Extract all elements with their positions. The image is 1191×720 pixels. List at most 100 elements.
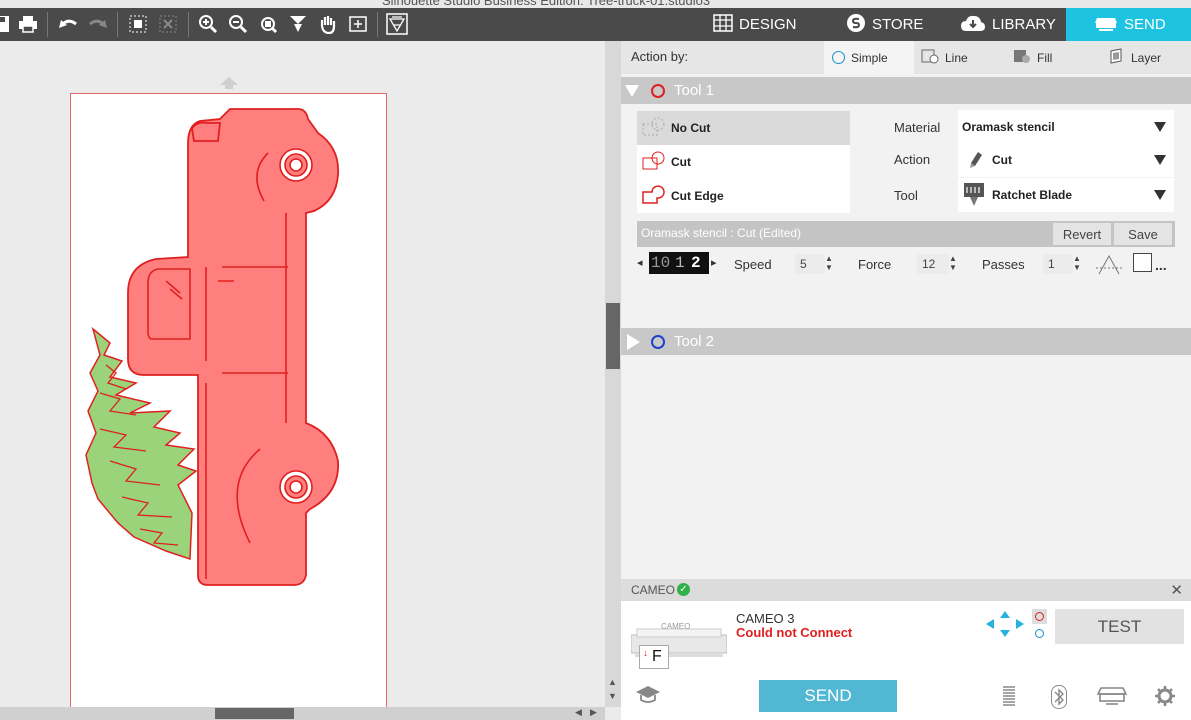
action-by-simple[interactable]: Simple — [824, 41, 914, 74]
scroll-down-icon[interactable]: ▼ — [608, 691, 617, 701]
material-label: Material — [894, 120, 941, 135]
mat-outline-icon[interactable] — [1133, 253, 1152, 272]
action-by-layer[interactable]: Layer — [1105, 41, 1191, 74]
force-input[interactable]: 12 — [917, 254, 949, 274]
top-toolbar: DESIGN STORE LIBRARY SEND — [0, 8, 1191, 41]
wheel-rear — [279, 470, 313, 504]
mat-load-indicator: ↓ F — [639, 645, 669, 669]
tab-design[interactable]: DESIGN — [693, 8, 819, 41]
tab-library[interactable]: LIBRARY — [940, 8, 1066, 41]
horizontal-scrollbar[interactable]: ◀ ▶ — [0, 707, 605, 720]
save-icon[interactable] — [0, 11, 14, 37]
blade-left-arrow-icon[interactable]: ◂ — [637, 256, 643, 269]
material-select[interactable]: Oramask stencil — [958, 110, 1174, 144]
chevron-down-icon — [1154, 122, 1166, 132]
print-icon[interactable] — [15, 11, 41, 37]
cut-edge-icon — [641, 184, 667, 209]
device-status: Could not Connect — [736, 625, 853, 640]
tool2-title: Tool 2 — [674, 333, 715, 350]
speed-input[interactable]: 5 — [795, 254, 825, 274]
action-select[interactable]: Cut — [958, 143, 1174, 177]
group-icon[interactable] — [125, 11, 151, 37]
zoom-out-icon[interactable] — [225, 11, 251, 37]
tool-select[interactable]: Ratchet Blade — [958, 178, 1174, 212]
action-label: Action — [894, 152, 931, 167]
force-stepper-icon[interactable]: ▲ ▼ — [949, 254, 957, 272]
scroll-left-icon[interactable]: ◀ — [575, 707, 582, 718]
scroll-right-icon[interactable]: ▶ — [590, 707, 597, 718]
media-icon[interactable] — [1001, 685, 1017, 713]
tool1-select-icon[interactable] — [1032, 609, 1047, 624]
fill-icon — [1013, 47, 1031, 68]
scroll-up-icon[interactable]: ▲ — [608, 677, 617, 687]
preset-bar: Oramask stencil : Cut (Edited) Revert Sa… — [637, 221, 1175, 247]
tool2-header[interactable]: Tool 2 — [621, 328, 1191, 355]
device-model: CAMEO 3 — [736, 611, 795, 626]
vertical-scroll-thumb[interactable] — [606, 303, 620, 369]
move-down-icon[interactable] — [285, 11, 311, 37]
tab-store[interactable]: STORE — [826, 8, 936, 41]
passes-label: Passes — [982, 257, 1025, 272]
blade-right-arrow-icon[interactable]: ▸ — [711, 256, 717, 269]
undo-icon[interactable] — [55, 11, 81, 37]
learn-icon[interactable] — [635, 685, 661, 711]
pan-hand-icon[interactable] — [315, 11, 341, 37]
speed-label: Speed — [734, 257, 772, 272]
passes-stepper-icon[interactable]: ▲ ▼ — [1073, 254, 1081, 272]
add-page-icon[interactable] — [345, 11, 371, 37]
blade-depth-control[interactable]: 10 1 2 — [649, 252, 709, 274]
save-preset-button[interactable]: Save — [1114, 223, 1172, 245]
device-thumbnail[interactable]: CAMEO ↓ F — [631, 613, 727, 669]
cut-option-cut[interactable]: Cut — [637, 145, 850, 179]
tool-label: Tool — [894, 188, 918, 203]
settings-gear-icon[interactable] — [1154, 685, 1176, 713]
passes-input[interactable]: 1 — [1043, 254, 1073, 274]
cutter-device-icon[interactable] — [1096, 685, 1128, 711]
window-title: Silhouette Studio Business Edition: Tree… — [382, 0, 711, 8]
ratchet-blade-icon — [962, 181, 986, 210]
title-bar: Silhouette Studio Business Edition: Tree… — [0, 0, 1191, 8]
test-button[interactable]: TEST — [1055, 609, 1184, 644]
tree-truck-artwork[interactable] — [70, 93, 387, 713]
close-icon[interactable]: ✕ — [1170, 581, 1183, 599]
mat-feed-arrow-icon — [220, 76, 238, 94]
zoom-fit-icon[interactable] — [255, 11, 281, 37]
load-arrow-icon: ↓ — [643, 648, 648, 659]
send-button[interactable]: SEND — [759, 680, 897, 712]
action-by-line[interactable]: Line — [917, 41, 1007, 74]
design-canvas[interactable] — [0, 41, 605, 713]
grid-icon — [713, 13, 733, 36]
tool1-title: Tool 1 — [674, 82, 715, 99]
speed-stepper-icon[interactable]: ▲ ▼ — [825, 254, 833, 272]
bluetooth-icon[interactable] — [1051, 685, 1067, 715]
store-icon — [846, 13, 866, 37]
horizontal-scroll-thumb[interactable] — [215, 708, 294, 719]
chevron-down-icon — [1154, 155, 1166, 165]
vertical-scrollbar[interactable]: ▲ ▼ — [605, 41, 621, 707]
app-window: Silhouette Studio Business Edition: Tree… — [0, 0, 1191, 720]
no-cut-icon — [641, 116, 667, 141]
cut-settings-row: ◂ 10 1 2 ▸ Speed 5 ▲ ▼ Force 12 ▲ ▼ Passes… — [637, 247, 1175, 280]
cut-option-cut-edge[interactable]: Cut Edge — [637, 179, 850, 213]
revert-button[interactable]: Revert — [1053, 223, 1111, 245]
zoom-in-icon[interactable] — [195, 11, 221, 37]
action-by-bar: Action by: Simple Line Fill Layer — [621, 41, 1191, 74]
tool1-header[interactable]: Tool 1 — [621, 77, 1191, 104]
move-arrows-icon[interactable] — [985, 610, 1025, 643]
cut-option-no-cut[interactable]: No Cut — [637, 111, 850, 145]
wheel-front — [279, 148, 313, 182]
expand-down-icon — [625, 84, 639, 97]
cut-icon — [641, 150, 667, 175]
redo-icon[interactable] — [85, 11, 111, 37]
device-panel: CAMEO ↓ F CAMEO 3 Could not Connect TEST… — [621, 601, 1191, 720]
tab-send[interactable]: SEND — [1066, 8, 1191, 41]
action-by-label: Action by: — [631, 49, 689, 64]
action-by-fill[interactable]: Fill — [1011, 41, 1101, 74]
radio-icon — [832, 51, 845, 64]
tool2-select-icon[interactable] — [1032, 626, 1047, 641]
more-options[interactable]: ... — [1155, 257, 1167, 273]
tool1-color-icon — [651, 83, 665, 98]
trace-icon[interactable] — [384, 11, 410, 37]
ungroup-icon[interactable] — [155, 11, 181, 37]
line-segment-overcut-icon[interactable] — [1095, 252, 1123, 279]
